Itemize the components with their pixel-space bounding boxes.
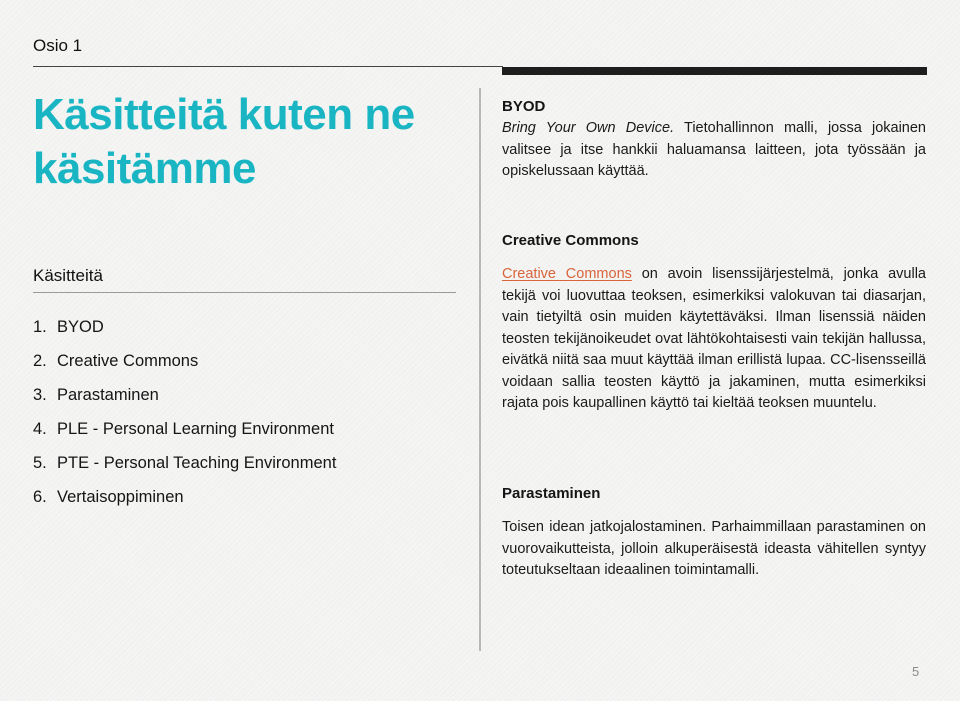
- header-rule: [33, 66, 503, 67]
- toc-list: 1. BYOD 2. Creative Commons 3. Parastaminen…: [33, 316, 336, 520]
- toc-item-number: 4.: [33, 420, 47, 438]
- creative-commons-text: on avoin lisenssijärjestelmä, jonka avul…: [502, 266, 926, 411]
- creative-commons-description: Creative Commons on avoin lisenssijärjes…: [502, 264, 926, 415]
- creative-commons-link[interactable]: Creative Commons: [502, 266, 632, 282]
- byod-italic-lead: Bring Your Own Device.: [502, 120, 675, 136]
- toc-item-number: 1.: [33, 318, 47, 336]
- page-number: 5: [912, 664, 920, 679]
- toc-item-ple[interactable]: 4. PLE - Personal Learning Environment: [33, 418, 336, 452]
- page-title: Käsitteitä kuten ne käsitämme: [33, 90, 415, 193]
- toc-item-label: Creative Commons: [57, 352, 199, 370]
- toc-rule: [33, 292, 456, 293]
- toc-item-byod[interactable]: 1. BYOD: [33, 316, 336, 350]
- toc-item-number: 3.: [33, 386, 47, 404]
- toc-item-creative-commons[interactable]: 2. Creative Commons: [33, 350, 336, 384]
- toc-item-label: BYOD: [57, 318, 104, 336]
- toc-item-number: 2.: [33, 352, 47, 370]
- toc-item-pte[interactable]: 5. PTE - Personal Teaching Environment: [33, 452, 336, 486]
- toc-item-parastaminen[interactable]: 3. Parastaminen: [33, 384, 336, 418]
- byod-description: Bring Your Own Device. Tietohallinnon ma…: [502, 118, 926, 183]
- toc-item-label: Vertaisoppiminen: [57, 488, 184, 506]
- creative-commons-heading: Creative Commons: [502, 232, 639, 249]
- byod-heading: BYOD: [502, 98, 546, 115]
- parastaminen-heading: Parastaminen: [502, 485, 601, 502]
- toc-item-number: 6.: [33, 488, 47, 506]
- column-divider: [479, 88, 481, 651]
- toc-item-label: PTE - Personal Teaching Environment: [57, 454, 337, 472]
- section-label: Osio 1: [33, 36, 83, 55]
- toc-heading: Käsitteitä: [33, 266, 103, 285]
- toc-item-label: Parastaminen: [57, 386, 159, 404]
- toc-item-label: PLE - Personal Learning Environment: [57, 420, 334, 438]
- toc-item-vertaisoppiminen[interactable]: 6. Vertaisoppiminen: [33, 486, 336, 520]
- toc-item-number: 5.: [33, 454, 47, 472]
- parastaminen-description: Toisen idean jatkojalostaminen. Parhaimm…: [502, 519, 926, 578]
- header-accent-bar: [502, 67, 927, 75]
